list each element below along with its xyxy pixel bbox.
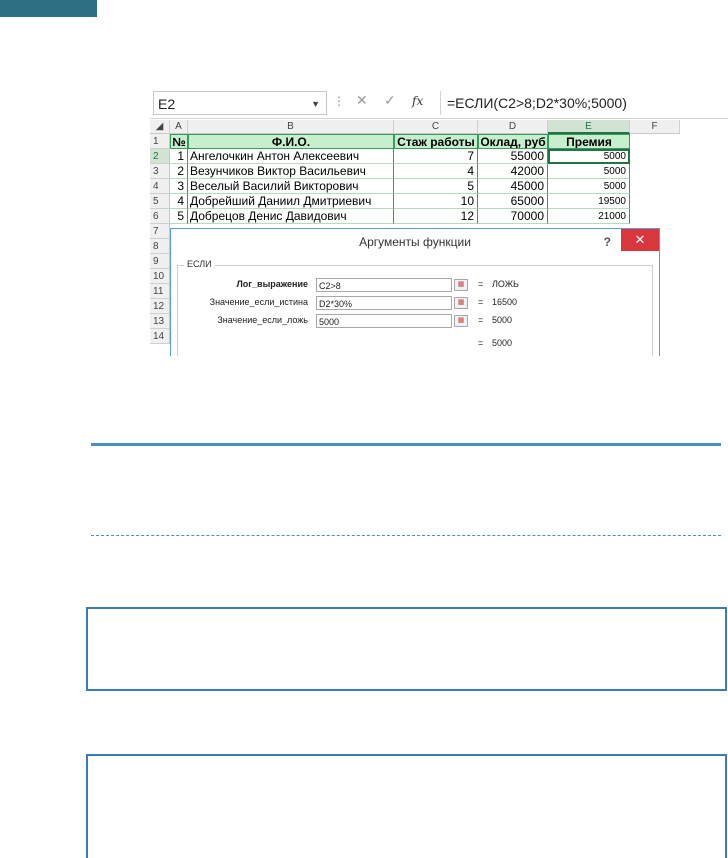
value-if-true-input[interactable]: D2*30%	[316, 296, 452, 310]
separator-icon: ⋮	[333, 94, 345, 108]
row-header[interactable]: 6	[150, 209, 170, 224]
table-cell[interactable]: 1	[170, 149, 188, 164]
row-header[interactable]: 10	[150, 269, 170, 284]
column-header-c[interactable]: C	[394, 120, 478, 134]
range-picker-icon[interactable]: ▦	[454, 279, 468, 291]
header-cell-bonus[interactable]: Премия	[548, 134, 630, 149]
table-cell[interactable]: 4	[170, 194, 188, 209]
table-cell[interactable]: 5000	[548, 179, 630, 194]
arg-equals: =	[478, 315, 484, 325]
function-arguments-dialog: Аргументы функции ? ✕ ЕСЛИ Лог_выражение…	[170, 228, 660, 356]
row-header[interactable]: 13	[150, 314, 170, 329]
table-cell[interactable]: 7	[394, 149, 478, 164]
chevron-down-icon[interactable]: ▼	[311, 92, 320, 116]
table-cell[interactable]: 5	[394, 179, 478, 194]
arguments-group: ЕСЛИ Лог_выражение C2>8 ▦ = ЛОЖЬ Значени…	[177, 259, 653, 356]
formula-bar: E2 ▼ ⋮ ✕ ✓ fx =ЕСЛИ(C2>8;D2*30%;5000)	[150, 88, 728, 119]
table-cell[interactable]: Везунчиков Виктор Васильевич	[188, 164, 394, 179]
column-header-a[interactable]: A	[170, 120, 188, 134]
active-cell-e2[interactable]: 5000	[548, 149, 630, 164]
table-cell[interactable]: 5	[170, 209, 188, 224]
total-result: 5000	[492, 338, 513, 348]
table-cell[interactable]: Добрецов Денис Давидович	[188, 209, 394, 224]
table-cell[interactable]: Ангелочкин Антон Алексеевич	[188, 149, 394, 164]
table-cell[interactable]: 5000	[548, 164, 630, 179]
column-header-f[interactable]: F	[630, 120, 680, 134]
empty-frame	[86, 607, 727, 691]
select-all-corner[interactable]: ◢	[150, 120, 170, 134]
row-header[interactable]: 3	[150, 164, 170, 179]
name-box[interactable]: E2 ▼	[153, 91, 327, 115]
total-equals: =	[478, 338, 484, 348]
row-header[interactable]: 2	[150, 149, 170, 164]
table-cell[interactable]: 70000	[478, 209, 548, 224]
arg-equals: =	[478, 279, 484, 289]
name-box-value: E2	[158, 96, 176, 112]
divider-solid	[91, 443, 721, 446]
table-cell[interactable]: 12	[394, 209, 478, 224]
table-cell[interactable]: 42000	[478, 164, 548, 179]
empty-frame	[86, 754, 727, 858]
arg-result: 16500	[492, 297, 518, 307]
table-cell[interactable]: Веселый Василий Викторович	[188, 179, 394, 194]
header-cell-salary[interactable]: Оклад, руб	[478, 134, 548, 149]
table-cell[interactable]: 55000	[478, 149, 548, 164]
arg-equals: =	[478, 297, 484, 307]
arg-result: ЛОЖЬ	[492, 279, 519, 289]
column-header-b[interactable]: B	[188, 120, 394, 134]
row-header[interactable]: 9	[150, 254, 170, 269]
dialog-title-bar[interactable]: Аргументы функции ? ✕	[171, 229, 659, 255]
table-cell[interactable]: 19500	[548, 194, 630, 209]
row-header[interactable]: 12	[150, 299, 170, 314]
close-icon[interactable]: ✕	[621, 229, 659, 251]
table-cell[interactable]: 3	[170, 179, 188, 194]
function-name: ЕСЛИ	[184, 259, 215, 269]
column-header-e[interactable]: E	[548, 120, 630, 134]
range-picker-icon[interactable]: ▦	[454, 315, 468, 327]
insert-function-icon[interactable]: fx	[412, 94, 423, 108]
dialog-title: Аргументы функции	[359, 235, 471, 249]
table-cell[interactable]: 4	[394, 164, 478, 179]
table-cell[interactable]: 10	[394, 194, 478, 209]
header-cell-experience[interactable]: Стаж работы	[394, 134, 478, 149]
table-cell[interactable]: Добрейший Даниил Дмитриевич	[188, 194, 394, 209]
row-header[interactable]: 11	[150, 284, 170, 299]
help-icon[interactable]: ?	[604, 229, 611, 255]
formula-input[interactable]: =ЕСЛИ(C2>8;D2*30%;5000)	[440, 91, 728, 115]
header-cell-name[interactable]: Ф.И.О.	[188, 134, 394, 149]
row-header[interactable]: 14	[150, 329, 170, 344]
arg-label-value-if-false: Значение_если_ложь	[217, 315, 308, 325]
arg-label-value-if-true: Значение_если_истина	[209, 297, 308, 307]
divider-dashed	[91, 535, 721, 536]
table-cell[interactable]: 65000	[478, 194, 548, 209]
arg-result: 5000	[492, 315, 513, 325]
table-cell[interactable]: 45000	[478, 179, 548, 194]
range-picker-icon[interactable]: ▦	[454, 297, 468, 309]
arg-label-logical-test: Лог_выражение	[236, 279, 308, 289]
cancel-icon[interactable]: ✕	[356, 92, 368, 109]
logical-test-input[interactable]: C2>8	[316, 278, 452, 292]
value-if-false-input[interactable]: 5000	[316, 314, 452, 328]
header-cell-number[interactable]: №	[170, 134, 188, 149]
excel-screenshot: E2 ▼ ⋮ ✕ ✓ fx =ЕСЛИ(C2>8;D2*30%;5000) ◢ …	[150, 88, 728, 356]
row-header[interactable]: 1	[150, 134, 170, 149]
row-header[interactable]: 8	[150, 239, 170, 254]
corner-tab	[0, 0, 97, 17]
table-cell[interactable]: 2	[170, 164, 188, 179]
enter-icon[interactable]: ✓	[384, 92, 396, 109]
row-header[interactable]: 7	[150, 224, 170, 239]
row-header[interactable]: 4	[150, 179, 170, 194]
column-header-d[interactable]: D	[478, 120, 548, 134]
table-cell[interactable]: 21000	[548, 209, 630, 224]
row-header[interactable]: 5	[150, 194, 170, 209]
